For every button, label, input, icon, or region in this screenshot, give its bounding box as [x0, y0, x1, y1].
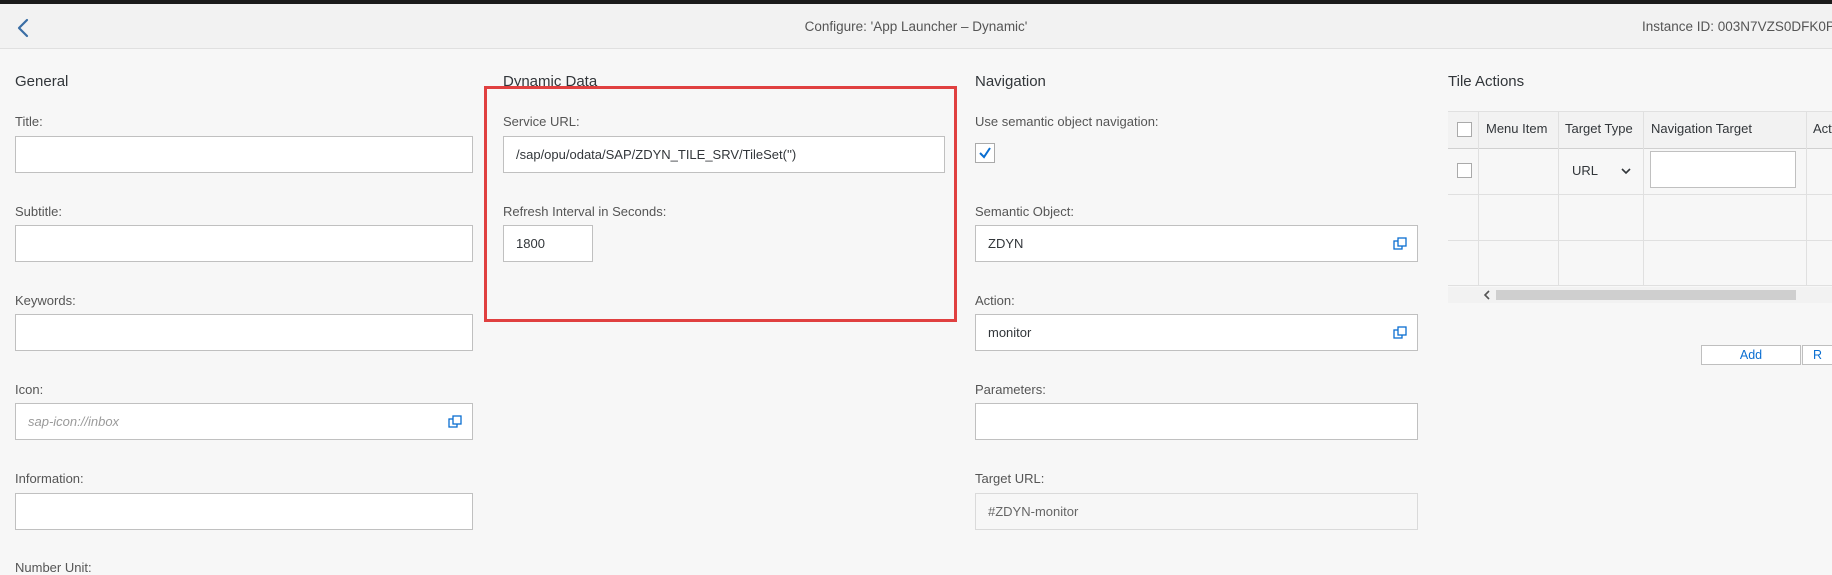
column-header-target-type: Target Type	[1565, 121, 1633, 136]
column-divider	[1558, 111, 1559, 286]
chevron-down-icon	[1621, 168, 1631, 175]
navigation-target-input[interactable]	[1650, 151, 1796, 188]
parameters-input[interactable]	[975, 403, 1418, 440]
column-divider	[1643, 111, 1644, 286]
navigation-section-title: Navigation	[975, 73, 1046, 90]
icon-input[interactable]: sap-icon://inbox	[15, 403, 473, 440]
tile-actions-table: Menu Item Target Type Navigation Target …	[1448, 111, 1832, 286]
subtitle-input[interactable]	[15, 225, 473, 262]
semantic-object-input[interactable]: ZDYN	[975, 225, 1418, 262]
keywords-input[interactable]	[15, 314, 473, 351]
checkmark-icon	[979, 147, 991, 159]
row-divider	[1448, 240, 1832, 241]
target-type-value: URL	[1572, 163, 1599, 178]
row-checkbox[interactable]	[1457, 163, 1472, 178]
target-url-label: Target URL:	[975, 471, 1045, 486]
column-header-actions: Act	[1813, 121, 1832, 136]
add-button[interactable]: Add	[1701, 345, 1801, 365]
keywords-label: Keywords:	[15, 293, 76, 308]
icon-label: Icon:	[15, 382, 44, 397]
title-input[interactable]	[15, 136, 473, 173]
column-divider	[1806, 111, 1807, 286]
general-section-title: General	[15, 73, 69, 90]
remove-button[interactable]: R	[1802, 345, 1832, 365]
header-bar: Configure: 'App Launcher – Dynamic' Inst…	[0, 4, 1832, 49]
target-type-select[interactable]: URL	[1565, 159, 1635, 183]
semantic-navigation-checkbox[interactable]	[975, 143, 995, 163]
number-unit-label: Number Unit:	[15, 560, 92, 575]
information-input[interactable]	[15, 493, 473, 530]
highlight-box	[484, 86, 957, 322]
column-header-navigation-target: Navigation Target	[1651, 121, 1752, 136]
scroll-thumb[interactable]	[1496, 290, 1796, 300]
horizontal-scrollbar[interactable]	[1448, 287, 1832, 303]
instance-id: Instance ID: 003N7VZS0DFK0PH	[1642, 19, 1832, 34]
value-help-icon[interactable]	[448, 415, 462, 429]
row-divider	[1448, 285, 1832, 286]
column-divider	[1478, 111, 1479, 286]
semantic-navigation-label: Use semantic object navigation:	[975, 114, 1159, 129]
subtitle-label: Subtitle:	[15, 204, 62, 219]
action-input[interactable]: monitor	[975, 314, 1418, 351]
semantic-object-value: ZDYN	[988, 236, 1024, 251]
semantic-object-label: Semantic Object:	[975, 204, 1074, 219]
action-value: monitor	[988, 325, 1032, 340]
target-url-input: #ZDYN-monitor	[975, 493, 1418, 530]
tile-actions-section-title: Tile Actions	[1448, 73, 1525, 90]
value-help-icon[interactable]	[1393, 237, 1407, 251]
value-help-icon[interactable]	[1393, 326, 1407, 340]
row-divider	[1448, 194, 1832, 195]
select-all-checkbox[interactable]	[1457, 122, 1472, 137]
parameters-label: Parameters:	[975, 382, 1046, 397]
scroll-left-icon[interactable]	[1481, 288, 1493, 302]
action-label: Action:	[975, 293, 1015, 308]
icon-input-placeholder: sap-icon://inbox	[28, 414, 120, 429]
title-label: Title:	[15, 114, 43, 129]
page-title: Configure: 'App Launcher – Dynamic'	[804, 19, 1028, 34]
column-header-menu-item: Menu Item	[1486, 121, 1548, 136]
information-label: Information:	[15, 471, 84, 486]
